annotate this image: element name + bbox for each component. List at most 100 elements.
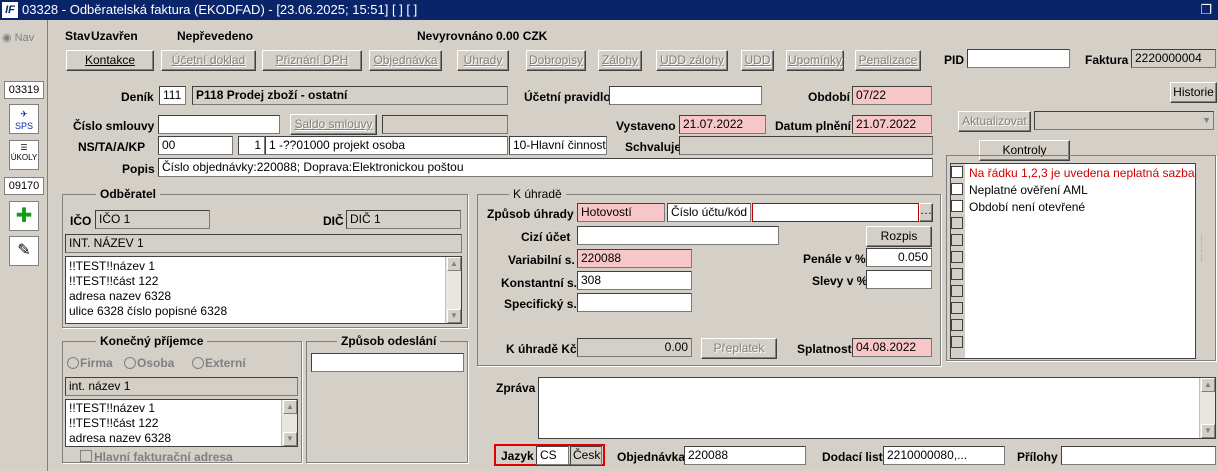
firma-radio[interactable]	[67, 357, 79, 369]
nevyrovnano-label: Nevyrovnáno	[417, 29, 494, 43]
slevy-label: Slevy v %	[812, 274, 868, 288]
ico-field: IČO 1	[95, 210, 210, 229]
penale-label: Penále v %	[803, 252, 866, 266]
preplatek-button[interactable]: Přeplatek	[701, 338, 777, 359]
popis-label: Popis	[122, 162, 155, 176]
externi-radio[interactable]	[192, 357, 204, 369]
kontroly-checkbox-1[interactable]	[951, 166, 963, 178]
zprava-label: Zpráva	[496, 381, 536, 395]
uhrady-button[interactable]: Úhrady	[457, 50, 509, 71]
jazyk-name-field: Česky	[570, 446, 602, 465]
sps-icon[interactable]: ✈ SPS	[9, 104, 39, 134]
variabilni-input[interactable]: 220088	[577, 249, 692, 268]
ns-input-2[interactable]: 1	[238, 136, 265, 155]
slevy-input[interactable]	[866, 270, 932, 289]
prijemce-scrollbar[interactable]: ▲ ▼	[281, 400, 297, 446]
penalizace-button[interactable]: Penalizace	[855, 50, 921, 71]
sidebar-nav[interactable]: ◉ Nav	[2, 30, 34, 46]
odberatel-title: Odběratel	[96, 187, 161, 201]
specificky-input[interactable]	[577, 293, 692, 312]
cizi-ucet-input[interactable]	[577, 226, 779, 245]
penale-input[interactable]: 0.050	[866, 248, 932, 267]
kontroly-checkbox-9[interactable]	[951, 302, 963, 314]
kontroly-checkbox-11[interactable]	[951, 336, 963, 348]
kontroly-checkbox-10[interactable]	[951, 319, 963, 331]
zpusob-uhrady-input[interactable]: Hotovostí	[577, 203, 665, 222]
smlouva-extra-field	[382, 115, 508, 134]
kontroly-checkbox-5[interactable]	[951, 234, 963, 246]
jazyk-code-input[interactable]: CS	[536, 446, 569, 465]
sidebar-code-2[interactable]: 09170	[4, 177, 44, 195]
datum-plneni-input[interactable]: 21.07.2022	[852, 115, 932, 134]
hlavni-adresa-checkbox[interactable]	[80, 450, 92, 462]
osoba-radio[interactable]	[124, 357, 136, 369]
saldo-smlouvy-button[interactable]: Saldo smlouvy	[290, 114, 377, 135]
address-scrollbar[interactable]: ▲ ▼	[445, 257, 461, 323]
dobropisy-button[interactable]: Dobropisy	[526, 50, 586, 71]
zalohy-button[interactable]: Zálohy	[598, 50, 642, 71]
ellipsis-button[interactable]: …	[919, 203, 933, 222]
prijemce-address: !!TEST!!název 1 !!TEST!!část 122 adresa …	[65, 399, 298, 447]
rozpis-button[interactable]: Rozpis	[866, 226, 932, 247]
konstantni-input[interactable]: 308	[577, 271, 692, 290]
zprava-scrollbar[interactable]: ▲ ▼	[1199, 378, 1215, 438]
kontroly-checkbox-4[interactable]	[951, 217, 963, 229]
kontakce-button[interactable]: Kontakce	[66, 50, 154, 71]
restore-icon[interactable]: ❐	[1200, 0, 1212, 20]
add-document-icon[interactable]: ✚	[9, 201, 39, 231]
scroll-up-icon[interactable]: ▲	[447, 257, 461, 271]
prilohy-input[interactable]	[1061, 446, 1216, 465]
historie-button[interactable]: Historie	[1170, 82, 1217, 103]
odeslani-input[interactable]	[311, 353, 464, 372]
specificky-label: Specifický s.	[504, 297, 577, 311]
denik-code-input[interactable]: 111	[159, 86, 186, 105]
prijemce-title: Konečný příjemce	[96, 334, 208, 348]
upominky-button[interactable]: Upomínky	[786, 50, 844, 71]
kontroly-checkbox-2[interactable]	[951, 183, 963, 195]
edit-document-icon[interactable]: ✎	[9, 236, 39, 266]
dodaci-list-input[interactable]: 2210000080,...	[883, 446, 1005, 465]
splatnost-label: Splatnost	[797, 342, 852, 356]
address-line: !!TEST!!část 122	[69, 416, 159, 430]
address-line: !!TEST!!název 1	[69, 259, 156, 273]
udd-zalohy-button[interactable]: UDD zálohy	[656, 50, 728, 71]
popis-input[interactable]: Číslo objednávky:220088; Doprava:Elektro…	[158, 158, 933, 177]
ns-input-4[interactable]: 10-Hlavní činnost	[509, 136, 607, 155]
objednavka-button[interactable]: Objednávka	[369, 50, 442, 71]
ns-input-1[interactable]: 00	[158, 136, 233, 155]
obdobi-input[interactable]: 07/22	[852, 86, 932, 105]
cizi-ucet-label: Cizí účet	[521, 230, 571, 244]
vystaveno-input[interactable]: 21.07.2022	[679, 115, 766, 134]
udd-button[interactable]: UDD	[741, 50, 774, 71]
k-uhrade-title: K úhradě	[509, 187, 566, 201]
kontroly-checkbox-8[interactable]	[951, 285, 963, 297]
scroll-down-icon[interactable]: ▼	[283, 432, 297, 446]
cislo-uctu-value[interactable]	[752, 203, 919, 222]
scroll-up-icon[interactable]: ▲	[1201, 378, 1215, 392]
scroll-up-icon[interactable]: ▲	[283, 400, 297, 414]
kontroly-checkbox-6[interactable]	[951, 251, 963, 263]
scroll-grip-icon[interactable]: ⁞ ⁞ ⁞	[1200, 235, 1203, 265]
cislo-smlouvy-input[interactable]	[158, 115, 280, 134]
scroll-down-icon[interactable]: ▼	[447, 309, 461, 323]
ucetni-pravidlo-input[interactable]	[609, 86, 762, 105]
kontroly-checkbox-3[interactable]	[951, 200, 963, 212]
zprava-textarea[interactable]: ▲ ▼	[538, 377, 1216, 439]
priznani-dph-button[interactable]: Přiznání DPH	[262, 50, 362, 71]
faktura-input[interactable]: 2220000004	[1131, 49, 1216, 68]
pid-input[interactable]	[967, 49, 1070, 68]
ns-input-3[interactable]: 1 -??01000 projekt osoba	[265, 136, 508, 155]
cislo-uctu-input[interactable]: Číslo účtu/kód ba	[667, 203, 751, 222]
splatnost-input[interactable]: 04.08.2022	[852, 338, 932, 357]
aktualizovat-select[interactable]: ▼	[1034, 111, 1214, 130]
ucetni-doklad-button[interactable]: Účetní doklad	[161, 50, 256, 71]
aktualizovat-button[interactable]: Aktualizovat	[958, 111, 1031, 132]
ukoly-icon[interactable]: ☰ ÚKOLY	[9, 140, 39, 170]
objednavka-input[interactable]: 220088	[684, 446, 806, 465]
konstantni-label: Konstantní s.	[501, 276, 578, 290]
kontroly-checkbox-7[interactable]	[951, 268, 963, 280]
vystaveno-label: Vystaveno	[616, 119, 676, 133]
scroll-down-icon[interactable]: ▼	[1201, 424, 1215, 438]
sidebar-code-1[interactable]: 03319	[4, 81, 44, 99]
datum-plneni-label: Datum plnění	[775, 119, 852, 133]
